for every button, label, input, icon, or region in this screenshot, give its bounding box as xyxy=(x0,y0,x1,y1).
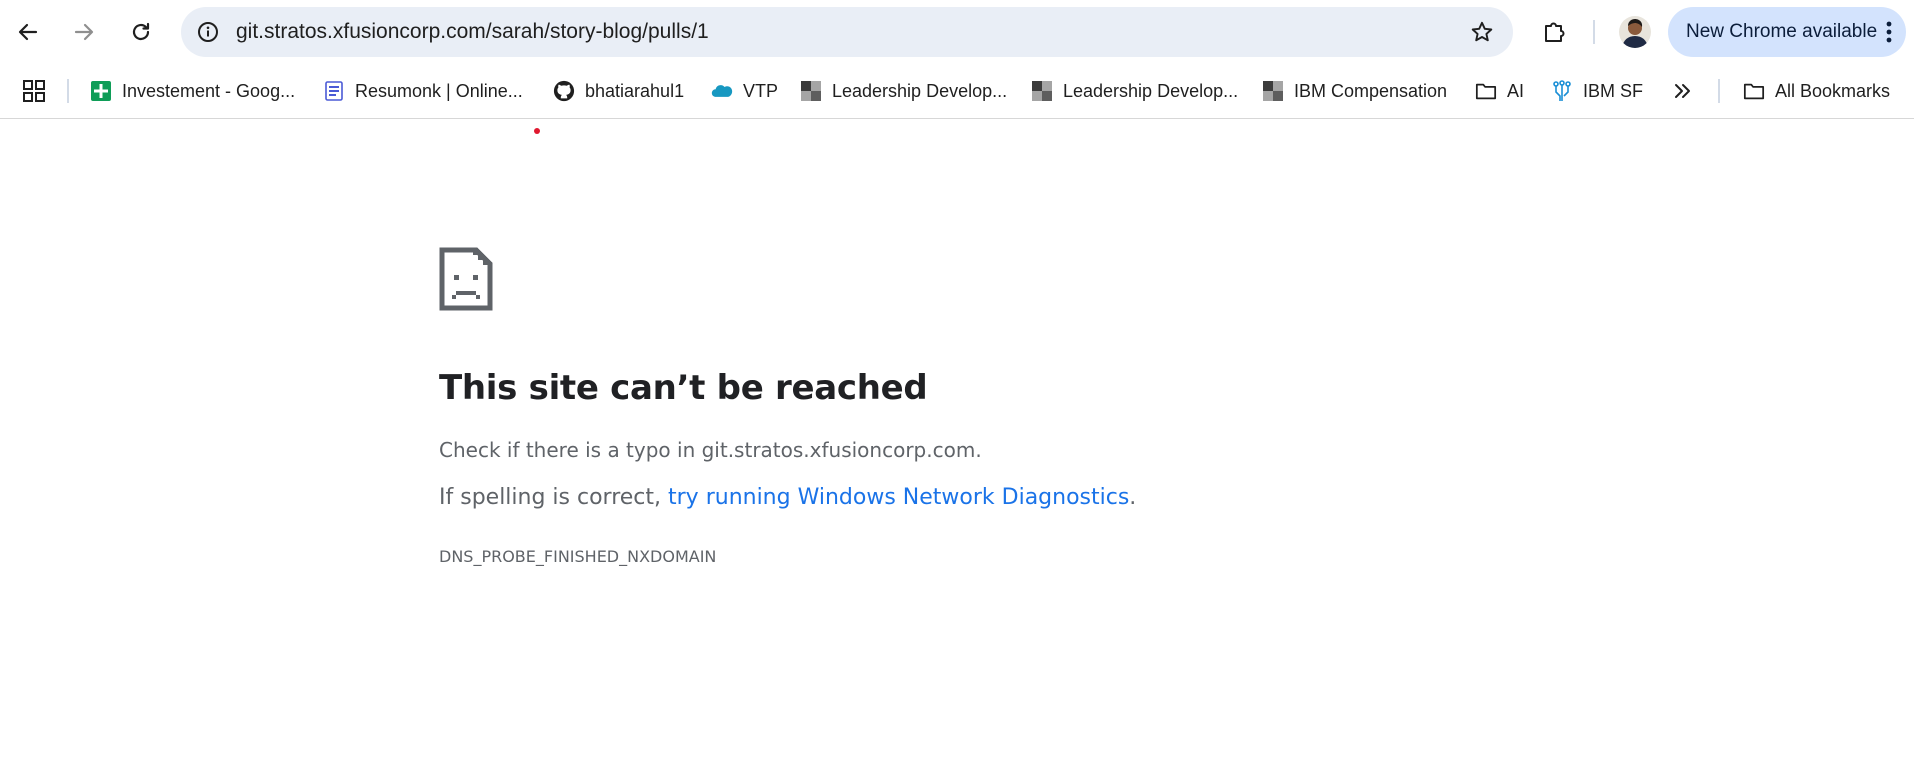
toolbar-divider xyxy=(1593,20,1595,44)
all-bookmarks-button[interactable]: All Bookmarks xyxy=(1743,73,1890,109)
chrome-menu-button[interactable] xyxy=(1882,20,1896,44)
back-button[interactable] xyxy=(8,12,48,52)
extensions-button[interactable] xyxy=(1536,14,1572,50)
folder-icon xyxy=(1475,80,1497,102)
puzzle-icon xyxy=(1545,22,1565,42)
url-text[interactable]: git.stratos.xfusioncorp.com/sarah/story-… xyxy=(236,7,709,57)
bookmark-label: IBM SF xyxy=(1583,80,1644,101)
folder-icon xyxy=(1743,80,1765,102)
checker-square-icon xyxy=(800,80,822,102)
document-icon xyxy=(323,80,345,102)
diagnostics-suffix: . xyxy=(1129,485,1137,510)
bookmarks-bar: Investement - Goog... Resumonk | Online.… xyxy=(0,64,1914,119)
site-info-button[interactable] xyxy=(193,17,223,47)
apps-grid-icon xyxy=(23,80,45,102)
bookmark-ibm-sf[interactable]: IBM SF xyxy=(1551,73,1643,109)
bookmarks-divider xyxy=(1718,79,1720,103)
double-chevron-right-icon xyxy=(1675,84,1690,98)
error-title: This site can’t be reached xyxy=(439,368,928,408)
bookmark-resumonk[interactable]: Resumonk | Online... xyxy=(323,73,523,109)
browser-toolbar: git.stratos.xfusioncorp.com/sarah/story-… xyxy=(0,0,1914,64)
checker-square-icon xyxy=(1262,80,1284,102)
bookmark-label: VTP xyxy=(743,80,779,101)
bookmark-label: Leadership Develop... xyxy=(1063,80,1239,101)
diagnostics-prefix: If spelling is correct, xyxy=(439,485,669,510)
new-chrome-available-button[interactable]: New Chrome available xyxy=(1668,7,1906,57)
arrow-right-icon xyxy=(74,23,94,41)
bookmark-ibm-compensation[interactable]: IBM Compensation xyxy=(1262,73,1447,109)
bookmarks-divider xyxy=(67,79,69,103)
bookmark-investement[interactable]: Investement - Goog... xyxy=(90,73,295,109)
reload-icon xyxy=(132,22,150,41)
bookmark-folder-ai[interactable]: AI xyxy=(1475,73,1524,109)
star-outline-icon xyxy=(1471,21,1493,42)
info-circle-icon xyxy=(198,22,218,42)
loading-indicator-dot xyxy=(534,128,540,134)
salesforce-cloud-icon xyxy=(711,80,733,102)
apps-button[interactable] xyxy=(20,77,48,105)
github-icon xyxy=(553,80,575,102)
circuit-icon xyxy=(1551,80,1573,102)
bookmark-label: Investement - Goog... xyxy=(122,80,296,101)
error-diagnostics-hint: If spelling is correct, try running Wind… xyxy=(439,485,1136,510)
bookmark-leadership-2[interactable]: Leadership Develop... xyxy=(1031,73,1238,109)
forward-button[interactable] xyxy=(64,12,104,52)
bookmark-bhatiarahul1[interactable]: bhatiarahul1 xyxy=(553,73,684,109)
update-label: New Chrome available xyxy=(1686,21,1878,42)
bookmark-label: Resumonk | Online... xyxy=(355,80,523,101)
error-typo-hint: Check if there is a typo in git.stratos.… xyxy=(439,438,982,462)
arrow-left-icon xyxy=(18,23,38,41)
sad-page-icon xyxy=(439,247,493,311)
bookmark-leadership-1[interactable]: Leadership Develop... xyxy=(800,73,1007,109)
bookmark-label: AI xyxy=(1507,80,1525,101)
all-bookmarks-label: All Bookmarks xyxy=(1775,80,1891,101)
checker-square-icon xyxy=(1031,80,1053,102)
profile-avatar[interactable] xyxy=(1619,16,1651,48)
google-sheets-icon xyxy=(90,80,112,102)
reload-button[interactable] xyxy=(121,12,161,52)
bookmark-label: bhatiarahul1 xyxy=(585,80,685,101)
bookmark-label: IBM Compensation xyxy=(1294,80,1448,101)
bookmark-star-button[interactable] xyxy=(1467,17,1497,47)
error-code: DNS_PROBE_FINISHED_NXDOMAIN xyxy=(439,547,717,566)
bookmark-label: Leadership Develop... xyxy=(832,80,1008,101)
address-bar[interactable]: git.stratos.xfusioncorp.com/sarah/story-… xyxy=(181,7,1513,57)
bookmark-vtp[interactable]: VTP xyxy=(711,73,778,109)
profile-photo-icon xyxy=(1619,16,1651,48)
more-bookmarks-button[interactable] xyxy=(1668,77,1696,105)
network-diagnostics-link[interactable]: try running Windows Network Diagnostics xyxy=(668,485,1129,510)
kebab-menu-icon xyxy=(1886,21,1892,43)
